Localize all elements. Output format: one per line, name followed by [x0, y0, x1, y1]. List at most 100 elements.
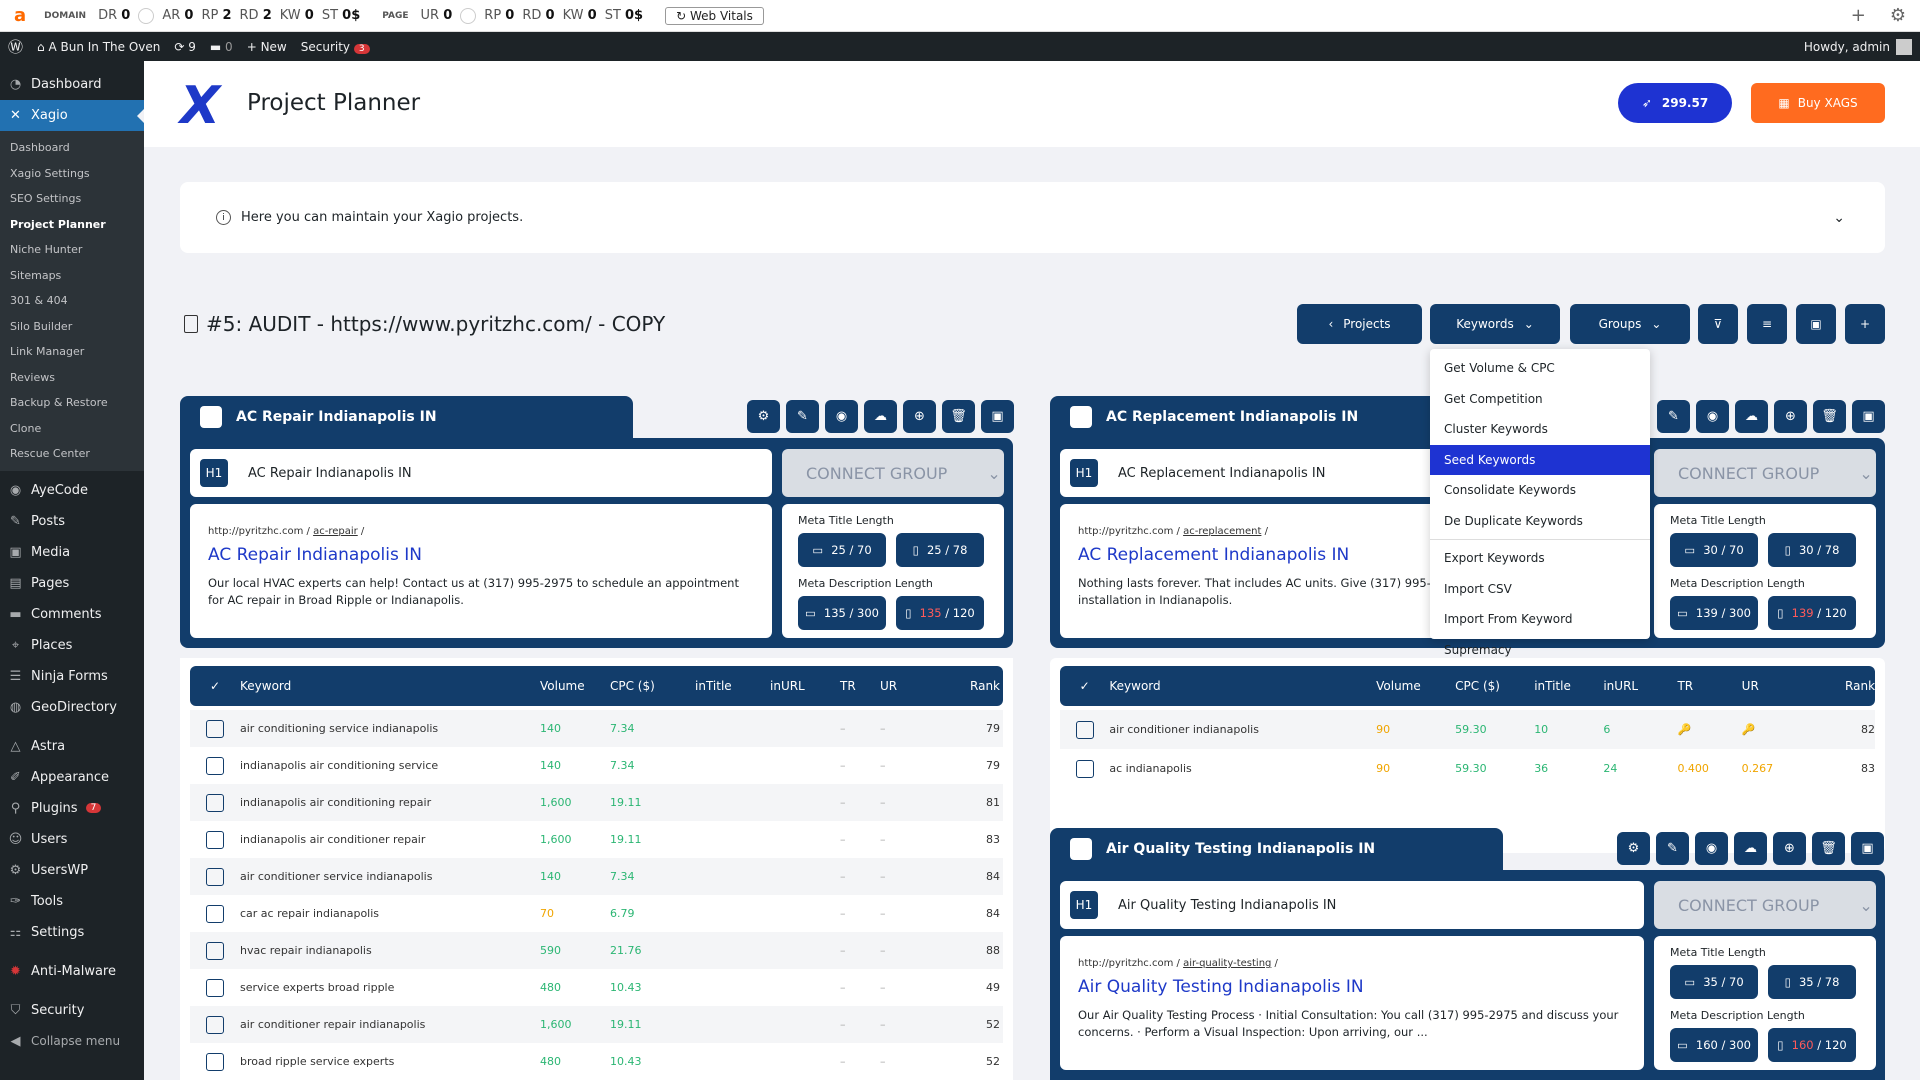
groups-dropdown[interactable]: Groups ⌄	[1570, 304, 1690, 344]
column-header[interactable]: CPC ($)	[610, 679, 695, 693]
target-icon[interactable]: ⊕	[1774, 400, 1807, 433]
row-checkbox[interactable]	[206, 793, 224, 812]
table-row[interactable]: air conditioner repair indianapolis 1,600…	[190, 1006, 1003, 1043]
collapse-menu-button[interactable]: ◀ Collapse menu	[0, 1026, 144, 1057]
trash-icon[interactable]: 🗑	[1813, 400, 1846, 433]
row-checkbox[interactable]	[1075, 759, 1094, 778]
xagio-submenu-item[interactable]: Xagio Settings	[0, 161, 144, 187]
xagio-submenu-item[interactable]: Project Planner	[0, 212, 144, 238]
xagio-submenu-item[interactable]: Dashboard	[0, 135, 144, 161]
h1-field-3[interactable]: H1 Air Quality Testing Indianapolis IN	[1060, 881, 1644, 929]
row-checkbox[interactable]	[206, 867, 224, 886]
column-header[interactable]: inTitle	[695, 679, 770, 693]
sidebar-item[interactable]: ▤ Pages	[0, 568, 144, 599]
account-menu[interactable]: Howdy, admin	[1804, 38, 1912, 55]
site-name-link[interactable]: ⌂ A Bun In The Oven	[37, 40, 160, 54]
xagio-submenu-item[interactable]: Reviews	[0, 365, 144, 391]
row-checkbox[interactable]	[206, 904, 224, 923]
sidebar-item-anti-malware[interactable]: ✹ Anti-Malware	[0, 956, 144, 987]
settings-icon[interactable]: ⚙	[1617, 832, 1650, 865]
sidebar-item[interactable]: ✑ Tools	[0, 886, 144, 917]
notes-icon[interactable]: ✎	[1656, 832, 1689, 865]
xagio-submenu-item[interactable]: Backup & Restore	[0, 390, 144, 416]
keywords-menu-item[interactable]: Cluster Keywords	[1430, 414, 1650, 445]
sidebar-item[interactable]: ☰ Ninja Forms	[0, 661, 144, 692]
connect-group-dropdown-2[interactable]: CONNECT GROUP ⌄	[1654, 449, 1876, 497]
keywords-menu-item[interactable]: De Duplicate Keywords	[1430, 506, 1650, 537]
ahrefs-logo-icon[interactable]: a	[14, 5, 26, 26]
xagio-submenu-item[interactable]: Rescue Center	[0, 441, 144, 467]
settings-icon[interactable]: ⚙	[1890, 5, 1906, 26]
keywords-dropdown[interactable]: Keywords ⌄	[1430, 304, 1560, 344]
table-row[interactable]: air conditioner indianapolis 90 59.30 10 6 🔑 🔑…	[1060, 710, 1875, 749]
column-header[interactable]: UR	[1742, 679, 1806, 693]
table-row[interactable]: indianapolis air conditioner repair 1,600…	[190, 821, 1003, 858]
table-row[interactable]: hvac repair indianapolis 590 21.76 – – 88	[190, 932, 1003, 969]
keywords-menu-item[interactable]: Get Volume & CPC	[1430, 353, 1650, 384]
column-header[interactable]: Keyword	[1109, 679, 1376, 693]
sidebar-item[interactable]: ▣ Media	[0, 537, 144, 568]
filter-button[interactable]: ⊽	[1698, 304, 1738, 344]
table-row[interactable]: air conditioner service indianapolis 140 7…	[190, 858, 1003, 895]
keywords-menu-item[interactable]: Import From Keyword Supremacy	[1430, 604, 1650, 657]
column-header[interactable]: CPC ($)	[1455, 679, 1534, 693]
sidebar-item[interactable]: ⚏ Settings	[0, 917, 144, 948]
sidebar-item[interactable]: ⌖ Places	[0, 630, 144, 661]
info-panel[interactable]: i Here you can maintain your Xagio proje…	[180, 182, 1885, 253]
select-all-icon[interactable]: ✓	[1060, 679, 1109, 693]
add-group-button[interactable]: +	[1845, 304, 1885, 344]
table-row[interactable]: air conditioning service indianapolis 140…	[190, 710, 1003, 747]
column-header[interactable]: UR	[880, 679, 930, 693]
column-header[interactable]: Rank	[930, 679, 1000, 693]
row-checkbox[interactable]	[206, 830, 224, 849]
security-link[interactable]: Security 3	[301, 40, 370, 54]
row-checkbox[interactable]	[206, 1015, 224, 1034]
plus-icon[interactable]: +	[1851, 5, 1866, 26]
cloud-icon[interactable]: ☁	[1734, 832, 1767, 865]
notes-icon[interactable]: ✎	[786, 400, 819, 433]
keywords-menu-item[interactable]: Export Keywords	[1430, 543, 1650, 574]
sidebar-item-security[interactable]: ⛉ Security	[0, 995, 144, 1026]
sidebar-item[interactable]: △ Astra	[0, 731, 144, 762]
row-checkbox[interactable]	[1075, 720, 1094, 739]
table-row[interactable]: broad ripple service experts 480 10.43 – – 52	[190, 1043, 1003, 1080]
xagio-submenu-item[interactable]: Link Manager	[0, 339, 144, 365]
column-header[interactable]: inTitle	[1534, 679, 1603, 693]
new-content-link[interactable]: + New	[247, 40, 287, 54]
save-project-button[interactable]: ▣	[1796, 304, 1836, 344]
column-header[interactable]: Rank	[1806, 679, 1875, 693]
h1-field-1[interactable]: H1 AC Repair Indianapolis IN	[190, 449, 772, 497]
keywords-menu-item[interactable]: Get Competition	[1430, 384, 1650, 415]
comments-link[interactable]: ▬ 0	[210, 40, 233, 54]
row-checkbox[interactable]	[206, 719, 224, 738]
connect-group-dropdown-1[interactable]: CONNECT GROUP ⌄	[782, 449, 1004, 497]
sidebar-item-xagio[interactable]: ✕ Xagio	[0, 100, 144, 131]
xagio-submenu-item[interactable]: Silo Builder	[0, 314, 144, 340]
group-checkbox[interactable]	[200, 406, 222, 428]
serp-description[interactable]: Our Air Quality Testing Process · Initia…	[1078, 1007, 1626, 1041]
table-row[interactable]: indianapolis air conditioning repair 1,60…	[190, 784, 1003, 821]
table-row[interactable]: service experts broad ripple 480 10.43 – – 49	[190, 969, 1003, 1006]
sidebar-item[interactable]: ☺ Users	[0, 824, 144, 855]
sidebar-item[interactable]: ◉ AyeCode	[0, 475, 144, 506]
table-row[interactable]: indianapolis air conditioning service 140…	[190, 747, 1003, 784]
row-checkbox[interactable]	[206, 978, 224, 997]
keywords-menu-item[interactable]: Import CSV	[1430, 574, 1650, 605]
credits-button[interactable]: ➶ 299.57	[1618, 83, 1732, 123]
wordpress-logo-icon[interactable]: Ⓦ	[8, 36, 23, 57]
cloud-icon[interactable]: ☁	[864, 400, 897, 433]
sidebar-item[interactable]: ▬ Comments	[0, 599, 144, 630]
column-header[interactable]: Keyword	[240, 679, 540, 693]
settings-icon[interactable]: ⚙	[747, 400, 780, 433]
serp-description[interactable]: Our local HVAC experts can help! Contact…	[208, 575, 754, 609]
updates-link[interactable]: ⟳ 9	[174, 40, 196, 54]
sidebar-item[interactable]: ⚙ UsersWP	[0, 855, 144, 886]
keywords-menu-item[interactable]: Consolidate Keywords	[1430, 475, 1650, 506]
sidebar-item[interactable]: ◍ GeoDirectory	[0, 692, 144, 723]
xagio-submenu-item[interactable]: SEO Settings	[0, 186, 144, 212]
select-all-icon[interactable]: ✓	[190, 679, 240, 693]
trash-icon[interactable]: 🗑	[1812, 832, 1845, 865]
column-header[interactable]: TR	[840, 679, 880, 693]
sort-button[interactable]: ≡	[1747, 304, 1787, 344]
save-icon[interactable]: ▣	[981, 400, 1014, 433]
